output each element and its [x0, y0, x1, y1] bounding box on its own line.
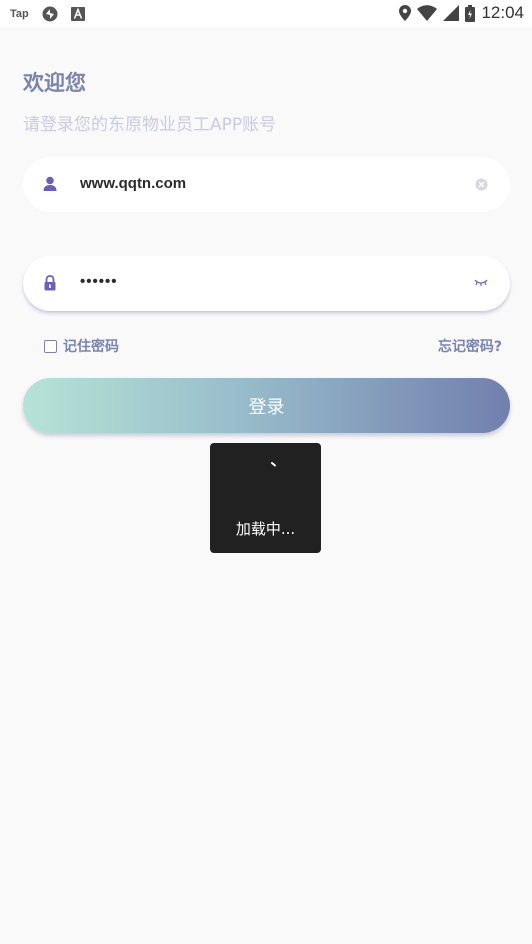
page-title: 欢迎您: [23, 71, 86, 95]
status-bar-left: Tap: [10, 5, 85, 23]
battery-icon: [465, 4, 476, 22]
login-button-label: 登录: [248, 396, 285, 418]
remember-password[interactable]: 记住密码: [44, 336, 119, 356]
status-bar: Tap 12:04: [0, 0, 532, 27]
lock-icon: [44, 275, 56, 291]
clock: 12:04: [481, 3, 524, 22]
password-field[interactable]: ••••••: [23, 256, 510, 311]
username-input[interactable]: www.qqtn.com: [80, 175, 186, 192]
a-icon: [70, 7, 85, 21]
loading-text: 加载中...: [235, 520, 296, 538]
user-icon: [43, 176, 57, 191]
page-subtitle: 请登录您的东原物业员工APP账号: [23, 115, 277, 135]
eye-closed-icon[interactable]: [474, 278, 488, 288]
wifi-icon: [417, 5, 438, 21]
remember-checkbox[interactable]: [44, 339, 57, 353]
loading-dialog: 加载中...: [210, 443, 321, 553]
clear-icon[interactable]: [475, 178, 488, 191]
status-bar-right: 12:04: [399, 3, 524, 23]
login-button[interactable]: 登录: [23, 378, 510, 433]
spinner-icon: [271, 462, 276, 467]
forgot-password-link[interactable]: 忘记密码?: [438, 336, 502, 356]
username-field[interactable]: www.qqtn.com: [23, 157, 510, 212]
remember-label[interactable]: 记住密码: [63, 336, 119, 356]
password-input[interactable]: ••••••: [80, 273, 118, 290]
tap-icon: Tap: [10, 8, 29, 20]
location-icon: [399, 5, 412, 21]
signal-icon: [443, 5, 460, 21]
sync-icon: [42, 6, 58, 22]
